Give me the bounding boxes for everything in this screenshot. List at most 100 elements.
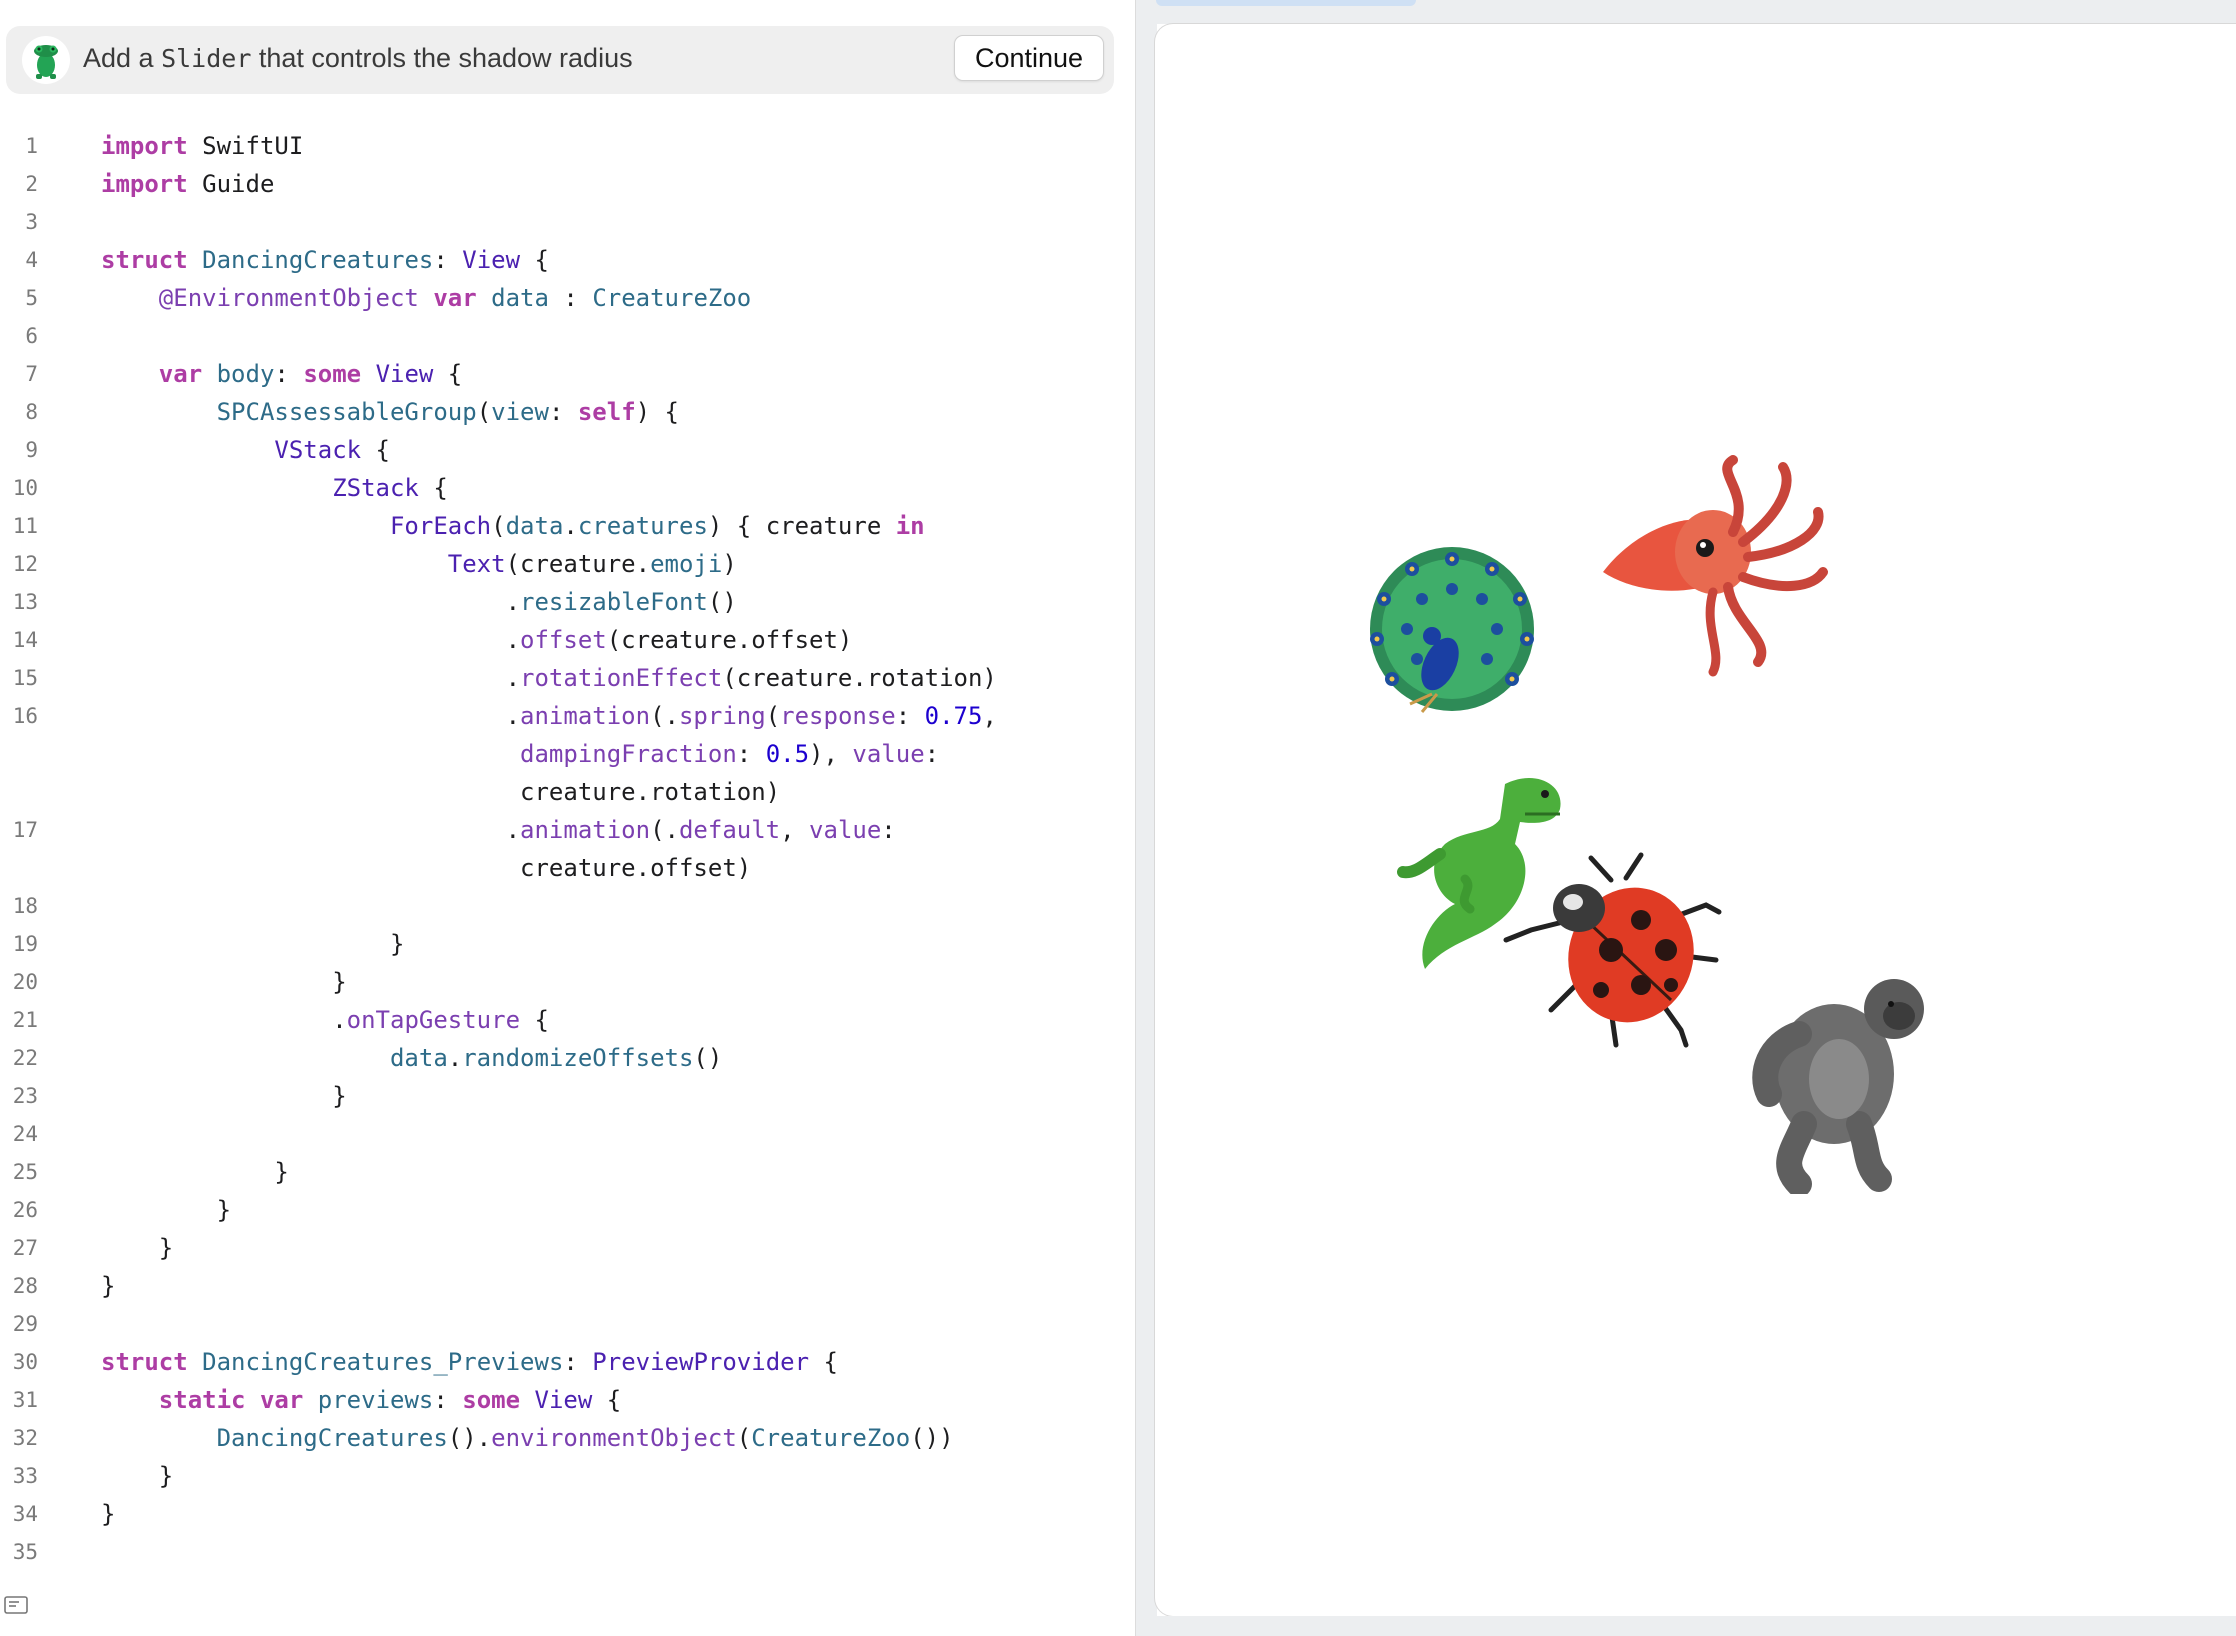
- code-line[interactable]: creature.offset): [0, 849, 1135, 887]
- line-number: 22: [12, 1046, 38, 1070]
- line-number: 2: [25, 172, 38, 196]
- code-line[interactable]: 22 data.randomizeOffsets(): [0, 1039, 1135, 1077]
- code-text[interactable]: creature.rotation): [101, 773, 780, 811]
- guide-prompt-bar: Add a Slider that controls the shadow ra…: [6, 26, 1114, 94]
- code-text[interactable]: data.randomizeOffsets(): [101, 1039, 722, 1077]
- code-line[interactable]: 31 static var previews: some View {: [0, 1381, 1135, 1419]
- code-text[interactable]: .resizableFont(): [101, 583, 737, 621]
- code-text[interactable]: DancingCreatures().environmentObject(Cre…: [101, 1419, 954, 1457]
- code-line[interactable]: 8 SPCAssessableGroup(view: self) {: [0, 393, 1135, 431]
- code-text[interactable]: }: [101, 1153, 288, 1191]
- code-text[interactable]: ForEach(data.creatures) { creature in: [101, 507, 925, 545]
- line-number: 34: [12, 1502, 38, 1526]
- code-line[interactable]: 21 .onTapGesture {: [0, 1001, 1135, 1039]
- line-number: 25: [12, 1160, 38, 1184]
- code-text[interactable]: }: [101, 1077, 346, 1115]
- code-line[interactable]: 25 }: [0, 1153, 1135, 1191]
- code-text[interactable]: }: [101, 925, 404, 963]
- code-text[interactable]: .animation(.spring(response: 0.75,: [101, 697, 997, 735]
- line-number: 11: [12, 514, 38, 538]
- code-line[interactable]: 33 }: [0, 1457, 1135, 1495]
- code-text[interactable]: Text(creature.emoji): [101, 545, 737, 583]
- code-line[interactable]: 15 .rotationEffect(creature.rotation): [0, 659, 1135, 697]
- code-text[interactable]: }: [101, 1229, 173, 1267]
- live-preview-canvas[interactable]: [1155, 24, 2236, 1616]
- code-text[interactable]: struct DancingCreatures_Previews: Previe…: [101, 1343, 838, 1381]
- code-text[interactable]: @EnvironmentObject var data : CreatureZo…: [101, 279, 751, 317]
- code-line[interactable]: 27 }: [0, 1229, 1135, 1267]
- code-line[interactable]: 23 }: [0, 1077, 1135, 1115]
- code-lines[interactable]: 1 import SwiftUI 2 import Guide 3 4 struct Dan…: [0, 127, 1135, 1571]
- code-text[interactable]: .rotationEffect(creature.rotation): [101, 659, 997, 697]
- code-text[interactable]: var body: some View {: [101, 355, 462, 393]
- line-number: 9: [25, 438, 38, 462]
- code-line[interactable]: 16 .animation(.spring(response: 0.75,: [0, 697, 1135, 735]
- code-line[interactable]: 12 Text(creature.emoji): [0, 545, 1135, 583]
- continue-button[interactable]: Continue: [954, 35, 1104, 81]
- line-number: 29: [12, 1312, 38, 1336]
- code-text[interactable]: dampingFraction: 0.5), value:: [101, 735, 939, 773]
- code-line[interactable]: 17 .animation(.default, value:: [0, 811, 1135, 849]
- code-line[interactable]: 9 VStack {: [0, 431, 1135, 469]
- line-number: 12: [12, 552, 38, 576]
- code-text[interactable]: .onTapGesture {: [101, 1001, 549, 1039]
- code-line[interactable]: 24: [0, 1115, 1135, 1153]
- code-line[interactable]: 28}: [0, 1267, 1135, 1305]
- code-line[interactable]: 34}: [0, 1495, 1135, 1533]
- code-text[interactable]: struct DancingCreatures: View {: [101, 241, 549, 279]
- line-number: 16: [12, 704, 38, 728]
- code-text[interactable]: static var previews: some View {: [101, 1381, 621, 1419]
- code-text[interactable]: SPCAssessableGroup(view: self) {: [101, 393, 679, 431]
- code-line[interactable]: 14 .offset(creature.offset): [0, 621, 1135, 659]
- pane-divider[interactable]: [1135, 0, 1157, 1636]
- code-line[interactable]: 29: [0, 1305, 1135, 1343]
- code-line[interactable]: 6: [0, 317, 1135, 355]
- code-line[interactable]: 26 }: [0, 1191, 1135, 1229]
- code-line[interactable]: 32 DancingCreatures().environmentObject(…: [0, 1419, 1135, 1457]
- code-text[interactable]: import Guide: [101, 165, 274, 203]
- code-line[interactable]: 30 struct DancingCreatures_Previews: Prev…: [0, 1343, 1135, 1381]
- code-line[interactable]: 11 ForEach(data.creatures) { creature in: [0, 507, 1135, 545]
- line-number: 32: [12, 1426, 38, 1450]
- code-text[interactable]: }: [101, 1191, 231, 1229]
- code-text[interactable]: }: [101, 963, 346, 1001]
- code-text[interactable]: }: [101, 1457, 173, 1495]
- line-number: 19: [12, 932, 38, 956]
- code-line[interactable]: dampingFraction: 0.5), value:: [0, 735, 1135, 773]
- code-text[interactable]: }: [101, 1267, 115, 1305]
- console-icon[interactable]: [4, 1596, 28, 1616]
- code-text[interactable]: ZStack {: [101, 469, 448, 507]
- code-editor-pane: Add a Slider that controls the shadow ra…: [0, 0, 1135, 1636]
- code-line[interactable]: 18: [0, 887, 1135, 925]
- code-text[interactable]: }: [101, 1495, 115, 1533]
- code-line[interactable]: 4 struct DancingCreatures: View {: [0, 241, 1135, 279]
- code-text[interactable]: import SwiftUI: [101, 127, 303, 165]
- line-number: 23: [12, 1084, 38, 1108]
- line-number: 18: [12, 894, 38, 918]
- preview-tab[interactable]: [1156, 0, 1416, 6]
- code-line[interactable]: 7 var body: some View {: [0, 355, 1135, 393]
- peacock-emoji[interactable]: [1362, 544, 1542, 739]
- code-text[interactable]: .animation(.default, value:: [101, 811, 896, 849]
- code-line[interactable]: 35: [0, 1533, 1135, 1571]
- code-line[interactable]: 19 }: [0, 925, 1135, 963]
- code-line[interactable]: 2 import Guide: [0, 165, 1135, 203]
- line-number: 3: [25, 210, 38, 234]
- code-line[interactable]: 5 @EnvironmentObject var data : Creature…: [0, 279, 1135, 317]
- code-line[interactable]: 10 ZStack {: [0, 469, 1135, 507]
- squid-emoji[interactable]: [1593, 452, 1833, 687]
- code-text[interactable]: creature.offset): [101, 849, 751, 887]
- code-text[interactable]: VStack {: [101, 431, 390, 469]
- line-number: 15: [12, 666, 38, 690]
- line-number: 8: [25, 400, 38, 424]
- code-text[interactable]: .offset(creature.offset): [101, 621, 853, 659]
- gorilla-emoji[interactable]: [1739, 964, 1939, 1199]
- code-line[interactable]: 3: [0, 203, 1135, 241]
- code-line[interactable]: 20 }: [0, 963, 1135, 1001]
- ladybug-emoji[interactable]: [1491, 850, 1731, 1065]
- line-number: 7: [25, 362, 38, 386]
- line-number: 1: [25, 134, 38, 158]
- code-line[interactable]: 1 import SwiftUI: [0, 127, 1135, 165]
- code-line[interactable]: creature.rotation): [0, 773, 1135, 811]
- code-line[interactable]: 13 .resizableFont(): [0, 583, 1135, 621]
